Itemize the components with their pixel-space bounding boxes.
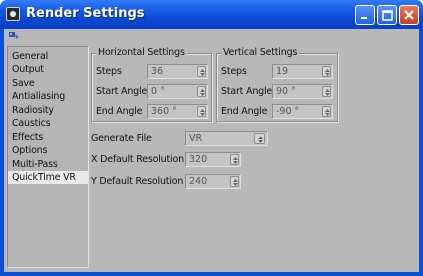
spinner-arrows-icon bbox=[200, 109, 205, 116]
spinner-arrows-icon bbox=[200, 69, 205, 76]
horizontal-steps-value: 36 bbox=[151, 66, 164, 77]
nav-item-multi-pass[interactable]: Multi-Pass bbox=[8, 158, 88, 171]
maximize-icon bbox=[382, 10, 393, 21]
minimize-icon bbox=[361, 17, 367, 19]
x-resolution-value: 320 bbox=[189, 154, 208, 165]
maximize-button[interactable] bbox=[377, 5, 397, 25]
y-resolution-label: Y Default Resolution bbox=[91, 176, 184, 187]
generate-file-dropdown-button[interactable] bbox=[254, 133, 265, 144]
vertical-steps-label: Steps bbox=[221, 66, 247, 77]
nav-item-caustics[interactable]: Caustics bbox=[8, 117, 88, 130]
nav-item-general[interactable]: General bbox=[8, 50, 88, 63]
chevron-updown-icon bbox=[258, 136, 263, 143]
vertical-end-angle-value: -90 ° bbox=[276, 106, 300, 117]
y-resolution-field[interactable]: 240 bbox=[185, 174, 241, 189]
horizontal-steps-field[interactable]: 36 bbox=[147, 64, 208, 79]
horizontal-steps-label: Steps bbox=[96, 66, 122, 77]
vertical-end-angle-spinner[interactable] bbox=[322, 106, 331, 117]
generate-file-label: Generate File bbox=[91, 133, 152, 144]
horizontal-start-angle-label: Start Angle bbox=[96, 86, 148, 97]
vertical-start-angle-label: Start Angle bbox=[221, 86, 273, 97]
vertical-settings-title: Vertical Settings bbox=[221, 47, 300, 59]
generate-file-dropdown[interactable]: VR bbox=[185, 131, 268, 146]
generate-file-value: VR bbox=[189, 133, 203, 144]
render-settings-window: Render Settings General Output Save Anti… bbox=[0, 0, 423, 276]
nav-item-options[interactable]: Options bbox=[8, 144, 88, 157]
pin-icon[interactable] bbox=[8, 30, 20, 40]
nav-item-radiosity[interactable]: Radiosity bbox=[8, 104, 88, 117]
vertical-start-angle-spinner[interactable] bbox=[322, 86, 331, 97]
app-icon[interactable] bbox=[6, 7, 20, 21]
close-button[interactable] bbox=[399, 5, 419, 25]
horizontal-end-angle-value: 360 ° bbox=[151, 106, 177, 117]
spinner-arrows-icon bbox=[200, 89, 205, 96]
nav-item-antialiasing[interactable]: Antialiasing bbox=[8, 90, 88, 103]
spinner-arrows-icon bbox=[233, 157, 238, 164]
x-resolution-label: X Default Resolution bbox=[91, 154, 184, 165]
nav-item-output[interactable]: Output bbox=[8, 63, 88, 76]
horizontal-settings-title: Horizontal Settings bbox=[96, 47, 187, 59]
horizontal-start-angle-value: 0 ° bbox=[151, 86, 165, 97]
spinner-arrows-icon bbox=[325, 109, 330, 116]
close-icon bbox=[404, 10, 414, 20]
x-resolution-spinner[interactable] bbox=[230, 154, 239, 165]
settings-nav-list: General Output Save Antialiasing Radiosi… bbox=[7, 46, 89, 268]
vertical-steps-field[interactable]: 19 bbox=[272, 64, 333, 79]
spinner-arrows-icon bbox=[325, 69, 330, 76]
vertical-end-angle-field[interactable]: -90 ° bbox=[272, 104, 333, 119]
vertical-start-angle-field[interactable]: 90 ° bbox=[272, 84, 333, 99]
horizontal-steps-spinner[interactable] bbox=[197, 66, 206, 77]
x-resolution-field[interactable]: 320 bbox=[185, 152, 241, 167]
spinner-arrows-icon bbox=[233, 179, 238, 186]
vertical-start-angle-value: 90 ° bbox=[276, 86, 296, 97]
window-title: Render Settings bbox=[26, 6, 145, 21]
nav-item-effects[interactable]: Effects bbox=[8, 131, 88, 144]
horizontal-end-angle-label: End Angle bbox=[96, 106, 143, 117]
vertical-end-angle-label: End Angle bbox=[221, 106, 268, 117]
minimize-button[interactable] bbox=[355, 5, 375, 25]
horizontal-end-angle-field[interactable]: 360 ° bbox=[147, 104, 208, 119]
y-resolution-value: 240 bbox=[189, 176, 208, 187]
client-area: General Output Save Antialiasing Radiosi… bbox=[4, 29, 419, 272]
horizontal-settings-group: Horizontal Settings Steps 36 Start Angle… bbox=[91, 47, 212, 122]
horizontal-end-angle-spinner[interactable] bbox=[197, 106, 206, 117]
horizontal-start-angle-spinner[interactable] bbox=[197, 86, 206, 97]
title-bar[interactable]: Render Settings bbox=[0, 0, 423, 29]
vertical-steps-spinner[interactable] bbox=[322, 66, 331, 77]
vertical-settings-group: Vertical Settings Steps 19 Start Angle 9… bbox=[216, 47, 338, 122]
vertical-steps-value: 19 bbox=[276, 66, 289, 77]
nav-item-quicktime-vr[interactable]: QuickTime VR bbox=[8, 171, 88, 184]
spinner-arrows-icon bbox=[325, 89, 330, 96]
toolbar bbox=[4, 29, 419, 41]
y-resolution-spinner[interactable] bbox=[230, 176, 239, 187]
nav-item-save[interactable]: Save bbox=[8, 77, 88, 90]
horizontal-start-angle-field[interactable]: 0 ° bbox=[147, 84, 208, 99]
